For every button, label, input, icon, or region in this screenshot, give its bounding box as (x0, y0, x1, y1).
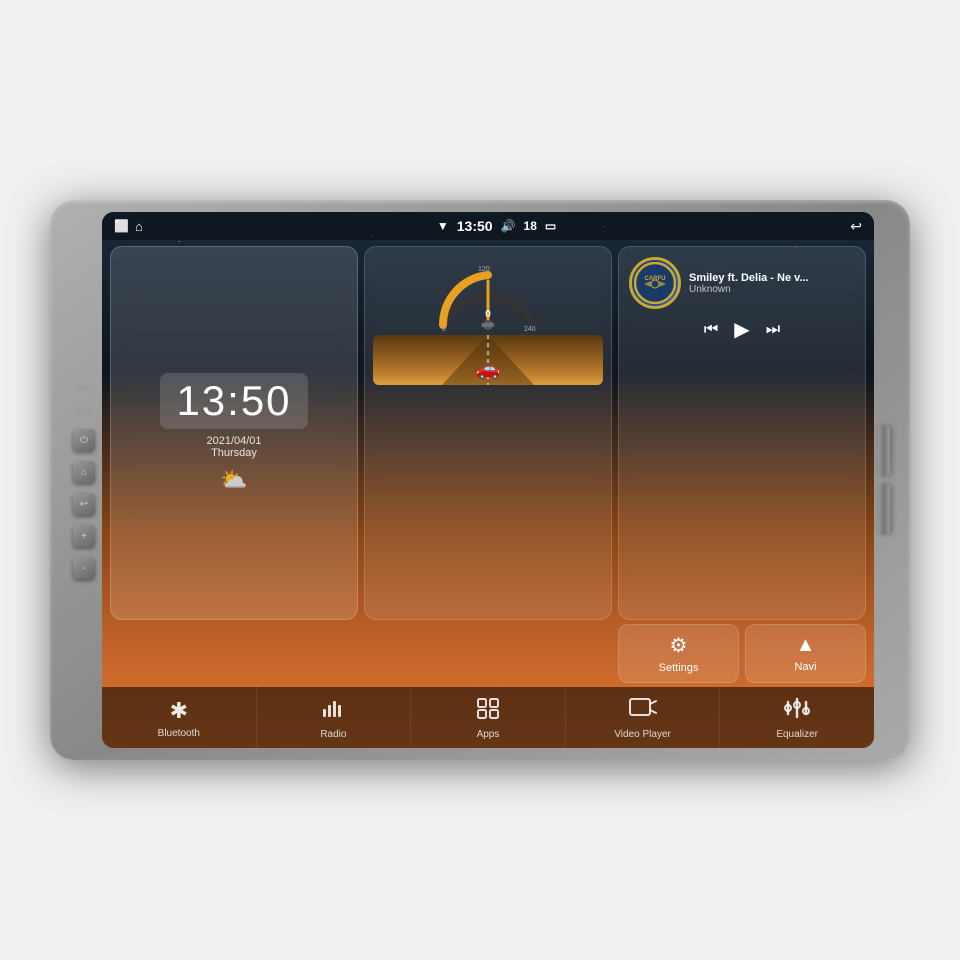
status-time: 13:50 (457, 218, 493, 234)
equalizer-label: Equalizer (776, 729, 818, 740)
settings-icon: ⚙ (670, 633, 688, 658)
square-icon[interactable] (114, 219, 129, 233)
weather-icon: ⛅ (220, 467, 247, 493)
road-scene: 🚗 (373, 335, 603, 385)
equalizer-icon (784, 697, 810, 725)
nav-item-apps[interactable]: Apps (411, 687, 566, 748)
bluetooth-label: Bluetooth (158, 728, 200, 739)
video-player-icon (629, 697, 657, 725)
speedometer-widget: 0 120 240 0 km/h 🚗 (364, 246, 612, 620)
wifi-signal-icon: ▼ (437, 219, 449, 233)
svg-text:0: 0 (485, 309, 491, 320)
status-bar-center: ▼ 13:50 🔊 18 ▭ (437, 218, 556, 234)
home-button[interactable]: ⌂ (73, 461, 95, 483)
music-logo: CARFU (629, 257, 681, 309)
music-track-title: Smiley ft. Delia - Ne v... (689, 272, 855, 284)
right-mount-top (878, 426, 890, 476)
video-player-label: Video Player (614, 729, 671, 740)
nav-item-equalizer[interactable]: Equalizer (720, 687, 874, 748)
music-artist: Unknown (689, 284, 855, 295)
svg-text:120: 120 (478, 266, 490, 273)
status-bar-left (114, 219, 143, 234)
clock-widget: 13:50 2021/04/01 Thursday ⛅ (110, 246, 358, 620)
nav-item-video-player[interactable]: Video Player (566, 687, 721, 748)
navigation-icon: ▲ (796, 634, 816, 657)
navi-label: Navi (794, 661, 816, 673)
car-silhouette: 🚗 (476, 356, 501, 381)
music-widget: CARFU Smiley ft. Delia - Ne v... Unknown… (618, 246, 866, 620)
nav-item-radio[interactable]: Radio (257, 687, 412, 748)
home-icon[interactable] (135, 219, 143, 234)
play-button[interactable]: ▶ (734, 317, 749, 342)
side-buttons-left: MIC RST ⏻ ⌂ ↩ + - (66, 373, 102, 587)
clock-date: 2021/04/01 Thursday (206, 435, 261, 459)
svg-text:0: 0 (442, 326, 446, 333)
vol-down-button[interactable]: - (73, 557, 95, 579)
music-controls: ⏮ ▶ ⏭ (629, 317, 855, 342)
back-nav-icon[interactable]: ↩ (850, 218, 862, 235)
svg-text:240: 240 (524, 326, 536, 333)
vol-up-button[interactable]: + (73, 525, 95, 547)
back-button[interactable]: ↩ (73, 493, 95, 515)
navi-button[interactable]: ▲ Navi (745, 624, 866, 683)
settings-navi-container: ⚙ Settings ▲ Navi (618, 624, 866, 683)
bluetooth-icon: ✱ (170, 698, 188, 724)
settings-label: Settings (659, 662, 699, 674)
bottom-nav-bar: ✱ Bluetooth Radio (102, 687, 874, 748)
screen-wrapper: ▼ 13:50 🔊 18 ▭ ↩ 13:50 2021/04/01 Th (102, 212, 874, 748)
car-head-unit: MIC RST ⏻ ⌂ ↩ + - ▼ 13:50 🔊 18 ▭ (50, 200, 910, 760)
apps-label: Apps (477, 729, 500, 740)
second-row: ⚙ Settings ▲ Navi (102, 624, 874, 687)
nav-item-bluetooth[interactable]: ✱ Bluetooth (102, 687, 257, 748)
music-top: CARFU Smiley ft. Delia - Ne v... Unknown (629, 257, 855, 309)
right-mount-bottom (878, 484, 890, 534)
status-bar: ▼ 13:50 🔊 18 ▭ ↩ (102, 212, 874, 240)
radio-icon (321, 697, 345, 725)
music-info: Smiley ft. Delia - Ne v... Unknown (689, 272, 855, 295)
settings-button[interactable]: ⚙ Settings (618, 624, 739, 683)
next-button[interactable]: ⏭ (766, 321, 780, 339)
battery-icon: ▭ (545, 219, 556, 233)
volume-level: 18 (524, 219, 537, 233)
right-side-panel (874, 418, 894, 542)
radio-label: Radio (320, 729, 346, 740)
speedometer-gauge: 0 120 240 0 km/h (428, 255, 548, 335)
main-grid: 13:50 2021/04/01 Thursday ⛅ (102, 240, 874, 624)
power-button[interactable]: ⏻ (73, 429, 95, 451)
apps-icon (476, 697, 500, 725)
prev-button[interactable]: ⏮ (704, 321, 718, 339)
svg-text:km/h: km/h (481, 323, 494, 329)
mic-label: MIC (77, 381, 92, 395)
clock-display: 13:50 (160, 373, 307, 429)
volume-icon: 🔊 (501, 219, 516, 233)
rst-label: RST (76, 405, 92, 419)
screen: ▼ 13:50 🔊 18 ▭ ↩ 13:50 2021/04/01 Th (102, 212, 874, 748)
status-bar-right: ↩ (850, 218, 862, 235)
